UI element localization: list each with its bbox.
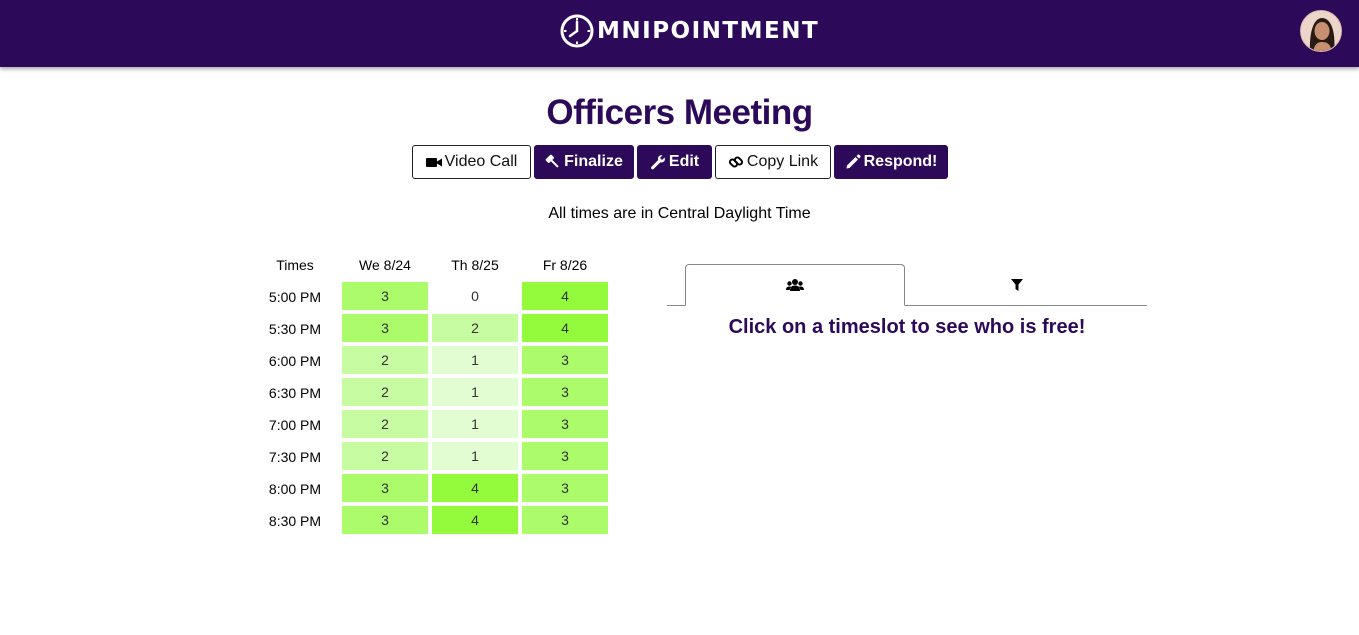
video-call-button[interactable]: Video Call xyxy=(412,145,531,179)
timezone-note: All times are in Central Daylight Time xyxy=(548,205,811,222)
timeslot-cell[interactable]: 1 xyxy=(432,346,518,374)
timeslot-cell[interactable]: 3 xyxy=(342,506,428,534)
timeslot-cell[interactable]: 3 xyxy=(342,314,428,342)
timeslot-cell[interactable]: 3 xyxy=(522,474,608,502)
timeslot-cell[interactable]: 3 xyxy=(522,410,608,438)
brand-logo[interactable]: MNIPOINTMENT xyxy=(559,12,819,50)
users-icon xyxy=(786,279,804,291)
timeslot-cell[interactable]: 4 xyxy=(522,314,608,342)
timeslot-cell[interactable]: 3 xyxy=(522,378,608,406)
finalize-label: Finalize xyxy=(564,153,623,170)
times-column-header: Times xyxy=(276,257,314,273)
day-header: We 8/24 xyxy=(359,257,411,273)
timeslot-hint: Click on a timeslot to see who is free! xyxy=(728,316,1086,338)
copy-link-button[interactable]: Copy Link xyxy=(715,145,831,179)
timeslot-cell[interactable]: 4 xyxy=(432,506,518,534)
wrench-icon xyxy=(650,155,665,170)
timeslot-cell[interactable]: 2 xyxy=(342,410,428,438)
gavel-icon xyxy=(545,154,559,168)
edit-label: Edit xyxy=(668,153,700,170)
timeslot-cell[interactable]: 3 xyxy=(522,442,608,470)
timeslot-cell[interactable]: 3 xyxy=(342,282,428,310)
finalize-button[interactable]: Finalize xyxy=(534,145,634,179)
day-header: Th 8/25 xyxy=(451,257,499,273)
respond-button[interactable]: Respond! xyxy=(834,145,948,179)
pencil-icon xyxy=(846,154,861,169)
tab-participants[interactable] xyxy=(685,264,905,306)
day-header: Fr 8/26 xyxy=(542,257,588,273)
timeslot-cell[interactable]: 1 xyxy=(432,410,518,438)
user-avatar[interactable] xyxy=(1300,10,1342,52)
time-label: 5:30 PM xyxy=(268,321,322,337)
timeslot-cell[interactable]: 3 xyxy=(522,506,608,534)
timeslot-cell[interactable]: 3 xyxy=(342,474,428,502)
time-label: 8:30 PM xyxy=(268,513,322,529)
timeslot-cell[interactable]: 4 xyxy=(432,474,518,502)
video-call-label: Video Call xyxy=(444,153,518,170)
timeslot-cell[interactable]: 1 xyxy=(432,378,518,406)
time-label: 6:00 PM xyxy=(268,353,322,369)
filter-icon xyxy=(1011,278,1023,291)
timeslot-cell[interactable]: 2 xyxy=(342,442,428,470)
time-label: 7:30 PM xyxy=(268,449,322,465)
tab-filter[interactable] xyxy=(907,264,1127,306)
timeslot-cell[interactable]: 2 xyxy=(342,378,428,406)
time-label: 5:00 PM xyxy=(268,289,322,305)
video-camera-icon xyxy=(425,158,442,167)
timeslot-cell[interactable]: 0 xyxy=(432,282,518,310)
time-label: 6:30 PM xyxy=(268,385,322,401)
timeslot-cell[interactable]: 1 xyxy=(432,442,518,470)
timeslot-cell[interactable]: 2 xyxy=(432,314,518,342)
top-navbar: MNIPOINTMENT xyxy=(0,0,1359,67)
clock-icon xyxy=(560,14,594,48)
edit-button[interactable]: Edit xyxy=(637,145,712,179)
copy-link-label: Copy Link xyxy=(746,153,819,170)
brand-name: MNIPOINTMENT xyxy=(597,18,820,44)
link-icon xyxy=(728,156,743,168)
timeslot-cell[interactable]: 2 xyxy=(342,346,428,374)
user-avatar-icon xyxy=(1301,11,1341,51)
timeslot-cell[interactable]: 3 xyxy=(522,346,608,374)
time-label: 8:00 PM xyxy=(268,481,322,497)
respond-label: Respond! xyxy=(863,153,938,170)
page-title: Officers Meeting xyxy=(546,93,813,132)
timeslot-cell[interactable]: 4 xyxy=(522,282,608,310)
time-label: 7:00 PM xyxy=(268,417,322,433)
